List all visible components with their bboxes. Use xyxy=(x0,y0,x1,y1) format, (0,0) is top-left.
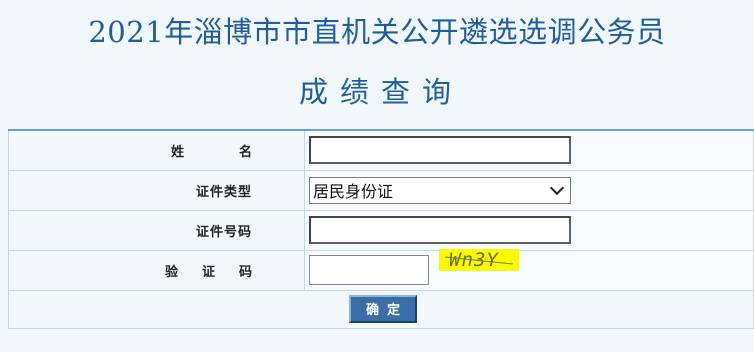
captcha-label: 验证码 xyxy=(164,264,276,280)
id-type-selected-value: 居民身份证 xyxy=(313,182,394,201)
page-title: 2021年淄博市市直机关公开遴选选调公务员 xyxy=(88,15,666,49)
form-row-submit: 确定 xyxy=(8,289,754,329)
name-label: 姓名 xyxy=(170,144,307,160)
captcha-label-cell: 验证码 xyxy=(8,249,305,291)
id-number-label-cell: 证件号码 xyxy=(8,209,305,251)
id-number-label: 证件号码 xyxy=(195,224,252,240)
form-row-captcha: 验证码 Wn3Y xyxy=(8,249,754,291)
page-subtitle: 成绩查询 xyxy=(298,75,463,109)
name-label-cell: 姓名 xyxy=(8,129,307,171)
captcha-image[interactable]: Wn3Y xyxy=(439,249,520,271)
captcha-input[interactable] xyxy=(309,255,429,285)
name-input[interactable] xyxy=(309,136,571,165)
captcha-value-cell: Wn3Y xyxy=(304,249,754,291)
chevron-down-icon xyxy=(549,180,565,195)
name-value-cell xyxy=(304,129,754,171)
form-row-name: 姓名 xyxy=(8,129,754,171)
id-number-value-cell xyxy=(304,209,754,251)
id-type-label: 证件类型 xyxy=(195,184,252,200)
id-type-label-cell: 证件类型 xyxy=(8,169,305,211)
submit-button[interactable]: 确定 xyxy=(349,295,417,323)
id-type-select[interactable]: 居民身份证 xyxy=(309,176,571,204)
id-type-value-cell: 居民身份证 xyxy=(304,169,754,211)
form-row-id-number: 证件号码 xyxy=(8,209,754,251)
query-form: 姓名 证件类型 居民身份证 证件号码 验证码 Wn3Y xyxy=(8,129,754,329)
id-number-input[interactable] xyxy=(309,216,571,244)
submit-cell: 确定 xyxy=(8,289,754,329)
form-row-id-type: 证件类型 居民身份证 xyxy=(8,169,754,211)
